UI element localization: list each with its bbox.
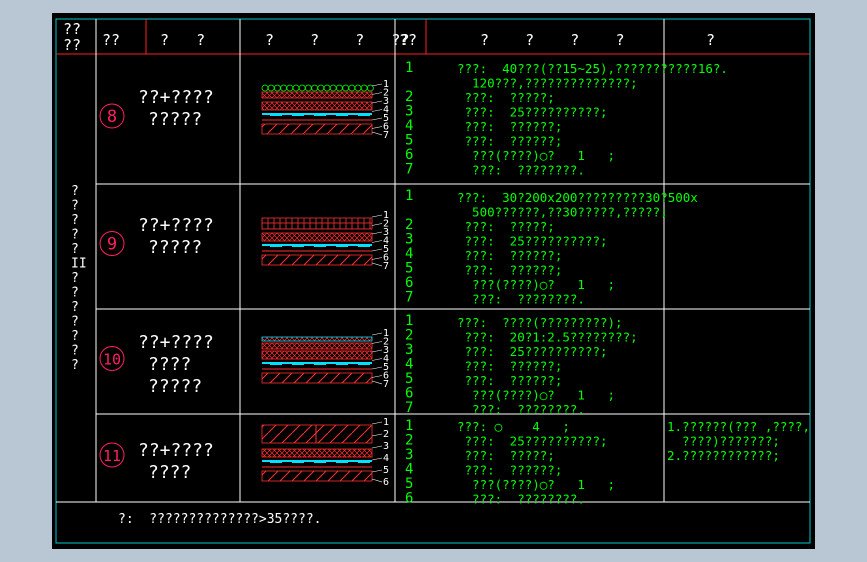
layer-description: ???: 25??????????;	[457, 344, 608, 359]
layer-description: ???: ??????;	[457, 373, 562, 388]
row-remark: 1.??????(??? ,????,	[667, 419, 810, 434]
layer-description: ???: ??????;	[457, 359, 562, 374]
category-char: ?	[71, 199, 79, 214]
section-layer-label: 5	[383, 465, 389, 476]
layer-description: ???: 40???(??15~25),???????????16?.	[457, 61, 728, 76]
table-row[interactable]: 8??+?????????12345671234567???: 40???(??…	[99, 60, 728, 178]
section-layer-label: 1	[383, 417, 389, 428]
row-name-line: ?????	[148, 109, 202, 130]
section-layer-label: 4	[383, 453, 389, 464]
row-number: 10	[103, 351, 121, 369]
row-number-badge: 9	[99, 231, 125, 256]
row-name-line: ?????	[148, 376, 202, 397]
category-char: ?	[71, 242, 79, 257]
layer-description: ???: ??????;	[457, 119, 562, 134]
category-char: ?	[71, 358, 79, 373]
layer-description: ???: ????(?????????);	[457, 315, 623, 330]
layer-description: ???: ????????.	[457, 163, 585, 178]
layer-description: ???: ?????;	[457, 219, 555, 234]
row-name-line: ??+????	[138, 440, 214, 461]
row-name-line: ??+????	[138, 215, 214, 236]
layer-description: ???: 20?1:2.5????????;	[457, 330, 638, 345]
row-number: 9	[107, 235, 117, 255]
layer-description: ???: ??????;	[457, 134, 562, 149]
layer-seq-number: 7	[405, 400, 413, 416]
header-col1: ??	[102, 31, 120, 49]
header-col2: ? ?	[160, 31, 205, 49]
layer-description: ???: 30?200x200?????????30?500x	[457, 190, 698, 205]
section-layer-label: 7	[383, 130, 389, 141]
layer-description: 500??????,??30?????,?????;	[457, 205, 668, 220]
layer-description: ???: 25??????????;	[457, 105, 608, 120]
category-char: ?	[71, 300, 79, 315]
category-label: ?????II???????	[71, 184, 87, 373]
layer-description: ???: ????????.	[457, 292, 585, 307]
layer-description: ???(????)◯? 1 ;	[457, 477, 615, 492]
header-col5: ? ? ? ?	[480, 31, 625, 49]
layer-description: ???: 25??????????;	[457, 234, 608, 249]
layer-description: ???(????)◯? 1 ;	[457, 148, 615, 163]
layer-description: ???: ◯ 4 ;	[457, 419, 570, 434]
roof-section-drawing: 1234567	[261, 79, 389, 141]
category-char: ?	[71, 271, 79, 286]
row-name-line: ??+????	[138, 87, 214, 108]
table-rows: 8??+?????????12345671234567???: 40???(??…	[99, 60, 810, 507]
roof-section-drawing: 123456	[261, 417, 389, 488]
layer-seq-number: 7	[405, 290, 413, 306]
section-layer-label: 7	[383, 261, 389, 272]
header-col3: ? ? ? ??	[265, 31, 410, 49]
section-layer-label: 3	[383, 441, 389, 452]
layer-description: ???: 25??????????;	[457, 434, 608, 449]
category-char: ?	[71, 315, 79, 330]
header-col6: ? ?	[706, 31, 815, 49]
row-name-line: ??+????	[138, 332, 214, 353]
section-layer-label: 7	[383, 379, 389, 390]
layer-seq-number: 7	[405, 162, 413, 178]
header-col4: ??	[399, 31, 417, 49]
table-header: ?? ?? ?? ? ? ? ? ? ?? ?? ? ? ? ? ? ?	[63, 20, 823, 54]
table-row[interactable]: 10??+?????????????12345671234567???: ???…	[99, 313, 638, 417]
layer-description: ???: ????????.	[457, 402, 585, 417]
category-char: ?	[71, 213, 79, 228]
layer-seq-number: 1	[405, 188, 413, 204]
table-row[interactable]: 11 ??+????????123456123456???: ◯ 4 ; ???:…	[99, 417, 810, 507]
row-number: 11	[103, 447, 121, 465]
category-char: ?	[71, 344, 79, 359]
table-row[interactable]: 9??+?????????12345671234567???: 30?200x2…	[99, 188, 698, 307]
section-layer-label: 2	[383, 429, 389, 440]
row-remark: 2.????????????;	[667, 448, 780, 463]
roof-section-drawing: 1234567	[261, 328, 389, 390]
row-name-line: ????	[148, 462, 191, 483]
row-name-line: ????	[148, 354, 191, 375]
layer-description: ???(????)◯? 1 ;	[457, 388, 615, 403]
layer-description: ???: ?????;	[457, 448, 555, 463]
category-char: ?	[71, 286, 79, 301]
header-col0-line2: ??	[63, 36, 81, 54]
layer-description: ???: ?????;	[457, 90, 555, 105]
category-char: II	[71, 257, 87, 272]
layer-seq-number: 1	[405, 60, 413, 76]
category-char: ?	[71, 329, 79, 344]
layer-description: ???: ??????;	[457, 463, 562, 478]
layer-seq-number: 6	[405, 491, 413, 507]
layer-description: ???: ??????;	[457, 263, 562, 278]
layer-description: ???: ??????;	[457, 248, 562, 263]
row-number-badge: 10	[99, 346, 125, 371]
layer-description: ???(????)◯? 1 ;	[457, 277, 615, 292]
roof-section-drawing: 1234567	[261, 210, 389, 272]
footer-note: ?: ??????????????>35????.	[118, 512, 322, 527]
layer-description: ???: ????????.	[457, 492, 585, 507]
category-char: ?	[71, 184, 79, 199]
layer-description: 120???,??????????????;	[457, 76, 638, 91]
roof-construction-table: ?? ?? ?? ? ? ? ? ? ?? ?? ? ? ? ? ? ? ???…	[55, 18, 823, 544]
section-layer-label: 6	[383, 477, 389, 488]
row-number-badge: 11	[99, 442, 125, 468]
row-number: 8	[107, 107, 117, 127]
cad-drawing-viewport[interactable]: ?? ?? ?? ? ? ? ? ? ?? ?? ? ? ? ? ? ? ???…	[52, 13, 823, 549]
row-remark: ????)???????;	[667, 434, 780, 449]
category-char: ?	[71, 228, 79, 243]
row-number-badge: 8	[99, 103, 125, 129]
row-name-line: ?????	[148, 237, 202, 258]
